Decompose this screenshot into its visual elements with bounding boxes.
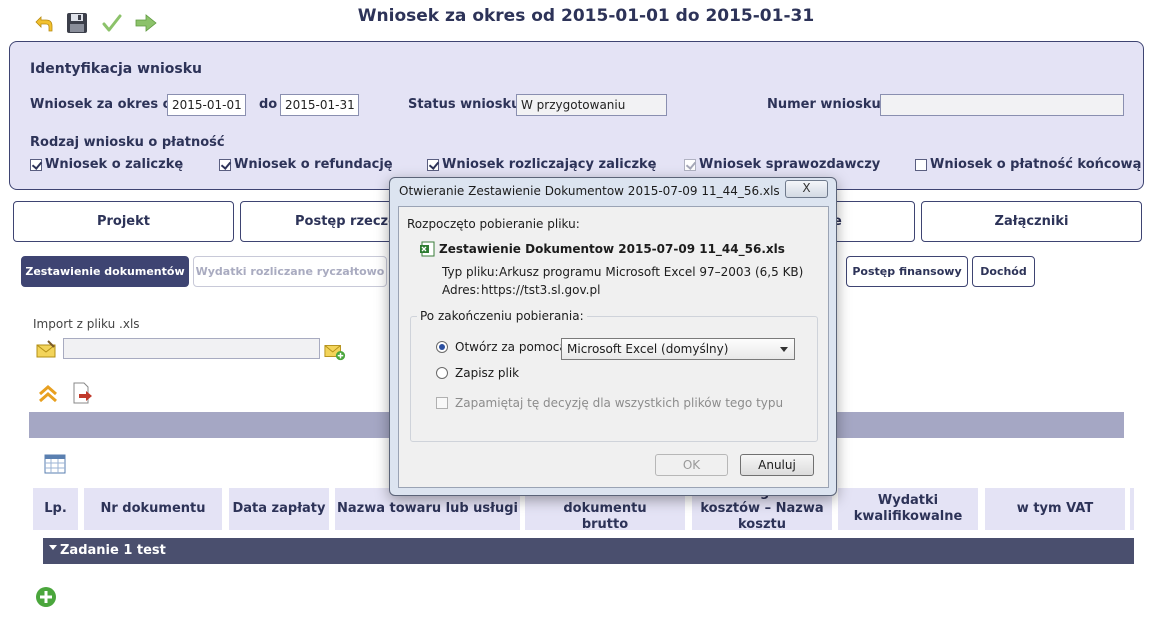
add-row-icon[interactable]	[35, 586, 57, 608]
kind-final-label: Wniosek o płatność końcową	[930, 157, 1142, 172]
open-with-radio[interactable]	[436, 341, 448, 353]
dropdown-arrow-icon	[780, 347, 788, 352]
excel-file-icon	[419, 241, 435, 261]
tab-projekt[interactable]: Projekt	[13, 201, 234, 242]
kind-refund-checkbox[interactable]: Wniosek o refundację	[219, 157, 393, 172]
dialog-body: Rozpoczęto pobieranie pliku: Zestawienie…	[398, 206, 829, 488]
checkbox-box[interactable]	[915, 158, 927, 171]
checkbox-box[interactable]	[30, 158, 42, 171]
task-group-row[interactable]: Zadanie 1 test	[43, 538, 1134, 564]
download-started-text: Rozpoczęto pobieranie pliku:	[407, 217, 580, 231]
expand-triangle-icon[interactable]	[49, 545, 57, 550]
save-file-label[interactable]: Zapisz plik	[455, 366, 519, 380]
envelope-add-icon[interactable]	[324, 340, 346, 362]
remember-label: Zapamiętaj tę decyzję dla wszystkich pli…	[455, 396, 784, 410]
open-with-label[interactable]: Otwórz za pomocą	[455, 340, 567, 354]
subtab-dochod[interactable]: Dochód	[972, 256, 1035, 287]
file-type-label: Typ pliku:	[442, 265, 499, 279]
kind-final-checkbox[interactable]: Wniosek o płatność końcową	[915, 157, 1141, 172]
checkbox-box[interactable]	[427, 158, 439, 171]
import-label: Import z pliku .xls	[33, 317, 140, 331]
table-grid-icon[interactable]	[44, 453, 66, 475]
address-label: Adres:	[442, 283, 480, 297]
dialog-close-button[interactable]: X	[785, 180, 828, 198]
number-field	[880, 94, 1124, 116]
to-label: do	[259, 97, 278, 112]
after-download-label: Po zakończeniu pobierania:	[417, 309, 587, 323]
ok-button: OK	[655, 454, 728, 476]
checkbox-box[interactable]	[219, 158, 231, 171]
checkbox-box	[684, 158, 696, 171]
subtab-postep-finansowy[interactable]: Postęp finansowy	[846, 256, 968, 287]
after-download-group: Po zakończeniu pobierania: Otwórz za pom…	[410, 309, 818, 442]
open-with-app-select[interactable]: Microsoft Excel (domyślny)	[561, 338, 795, 360]
number-label: Numer wniosku	[767, 97, 881, 112]
collapse-up-icon[interactable]	[37, 383, 59, 405]
open-with-app-value: Microsoft Excel (domyślny)	[567, 342, 729, 356]
subtab-zestawienie-dokumentow[interactable]: Zestawienie dokumentów	[21, 256, 189, 287]
identification-panel: Identyfikacja wniosku Wniosek za okres o…	[9, 41, 1144, 190]
col-header-nr-dokumentu: Nr dokumentu	[84, 488, 222, 530]
export-document-icon[interactable]	[71, 382, 93, 404]
col-header-vat: w tym VAT	[985, 488, 1125, 530]
cancel-button[interactable]: Anuluj	[740, 454, 814, 476]
kind-advance-label: Wniosek o zaliczkę	[45, 157, 184, 172]
task-row-label: Zadanie 1 test	[60, 543, 166, 558]
status-field: W przygotowaniu	[516, 94, 667, 116]
kind-settlement-label: Wniosek rozliczający zaliczkę	[442, 157, 657, 172]
status-label: Status wniosku	[408, 97, 521, 112]
file-type-value: Arkusz programu Microsoft Excel 97–2003 …	[499, 265, 804, 279]
kind-heading: Rodzaj wniosku o płatność	[30, 135, 225, 150]
dialog-title: Otwieranie Zestawienie Dokumentow 2015-0…	[399, 184, 780, 198]
date-to-field[interactable]: 2015-01-31	[280, 94, 359, 116]
tab-zalaczniki[interactable]: Załączniki	[921, 201, 1142, 242]
kind-report-label: Wniosek sprawozdawczy	[699, 157, 881, 172]
save-file-radio[interactable]	[436, 367, 448, 379]
address-value: https://tst3.sl.gov.pl	[481, 283, 601, 297]
col-header-lp: Lp.	[33, 488, 78, 530]
download-dialog: Otwieranie Zestawienie Dokumentow 2015-0…	[389, 177, 837, 496]
identification-heading: Identyfikacja wniosku	[30, 61, 202, 77]
date-from-field[interactable]: 2015-01-01	[167, 94, 246, 116]
col-header-overflow	[1130, 488, 1134, 530]
kind-settlement-checkbox[interactable]: Wniosek rozliczający zaliczkę	[427, 157, 657, 172]
file-name: Zestawienie Dokumentow 2015-07-09 11_44_…	[439, 242, 785, 256]
kind-advance-checkbox[interactable]: Wniosek o zaliczkę	[30, 157, 183, 172]
app-window: Wniosek za okres od 2015-01-01 do 2015-0…	[0, 0, 1162, 621]
envelope-pencil-icon[interactable]	[36, 338, 58, 360]
kind-report-checkbox: Wniosek sprawozdawczy	[684, 157, 880, 172]
col-header-data-zaplaty: Data zapłaty	[229, 488, 329, 530]
subtab-wydatki-ryczaltowo: Wydatki rozliczane ryczałtowo	[193, 256, 387, 287]
col-header-wydatki-kwalifikowalne: Wydatki kwalifikowalne	[838, 488, 978, 530]
page-title: Wniosek za okres od 2015-01-01 do 2015-0…	[357, 6, 815, 26]
remember-checkbox	[436, 397, 448, 409]
import-file-input[interactable]	[63, 338, 320, 359]
period-label: Wniosek za okres od	[30, 97, 181, 112]
kind-refund-label: Wniosek o refundację	[234, 157, 393, 172]
